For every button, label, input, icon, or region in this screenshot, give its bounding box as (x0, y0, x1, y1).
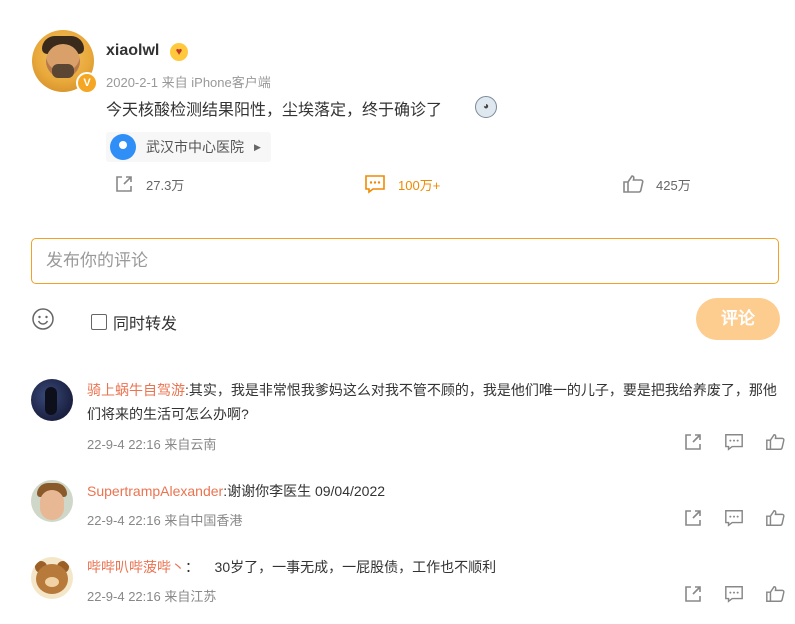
sync-forward-label: 同时转发 (113, 316, 178, 333)
comment-count: 100万+ (398, 177, 441, 193)
comment-like-icon[interactable] (765, 432, 785, 452)
thumbs-up-icon (623, 175, 644, 193)
comment-text: 哔哔叭哔菠哔丶： 30岁了，一事无成，一屁股债，工作也不顺利 (87, 555, 782, 579)
like-button[interactable]: 425万 (622, 174, 691, 194)
forward-button[interactable]: 27.3万 (114, 174, 184, 194)
comment-username[interactable]: 哔哔叭哔菠哔丶 (87, 559, 185, 575)
author-username[interactable]: xiaolwl (106, 42, 159, 60)
location-chip[interactable]: 武汉市中心医院 ▶ (106, 132, 271, 162)
like-count: 425万 (656, 177, 691, 193)
sync-forward-option[interactable]: 同时转发 (91, 310, 177, 334)
comment-input[interactable] (32, 239, 778, 283)
comment-meta: 22-9-4 22:16 来自中国香港 (87, 513, 243, 528)
post-meta: 2020-2-1 来自 iPhone客户端 (106, 75, 271, 90)
comment-like-icon[interactable] (765, 584, 785, 604)
comment-forward-icon[interactable] (683, 508, 703, 528)
comment-meta: 22-9-4 22:16 来自云南 (87, 437, 217, 452)
comment-avatar[interactable] (31, 557, 73, 599)
comment-icon (365, 175, 385, 194)
comment-text: 骑上蜗牛自驾游:其实，我是非常恨我爹妈这么对我不管不顾的，我是他们唯一的儿子，要… (87, 378, 782, 426)
comment-meta: 22-9-4 22:16 来自江苏 (87, 589, 217, 604)
comment-text: SupertrampAlexander:谢谢你李医生 09/04/2022 (87, 479, 782, 503)
comment-avatar[interactable] (31, 480, 73, 522)
comment-body: ： 30岁了，一事无成，一屁股债，工作也不顺利 (185, 559, 497, 575)
forward-count: 27.3万 (146, 177, 185, 193)
comment-like-icon[interactable] (765, 508, 785, 528)
emoji-picker-icon[interactable] (31, 307, 55, 331)
comment-reply-icon[interactable] (724, 432, 744, 452)
post-text: 今天核酸检测结果阳性，尘埃落定，终于确诊了 (106, 102, 443, 119)
avatar-face (40, 490, 64, 520)
comment-reply-icon[interactable] (724, 508, 744, 528)
comment-tools (683, 584, 785, 604)
comment-body: :其实，我是非常恨我爹妈这么对我不管不顾的，我是他们唯一的儿子，要是把我给养废了… (87, 382, 777, 422)
forward-icon (116, 176, 132, 192)
avatar-hand (52, 64, 74, 78)
submit-comment-button[interactable]: 评论 (696, 298, 780, 340)
comment-button[interactable]: 100万+ (364, 174, 440, 194)
location-label: 武汉市中心医院 (146, 139, 244, 155)
verified-badge-icon: V (76, 72, 98, 94)
comment-forward-icon[interactable] (683, 584, 703, 604)
comment-avatar[interactable] (31, 379, 73, 421)
husky-emoji-icon: ◕ (475, 96, 497, 118)
comment-input-box[interactable] (31, 238, 779, 284)
heart-eyes-emoji-icon: ♥ (170, 43, 188, 61)
comment-forward-icon[interactable] (683, 432, 703, 452)
comment-tools (683, 432, 785, 452)
bear-muzzle (45, 577, 59, 587)
location-pin-icon (110, 134, 136, 160)
comment-tools (683, 508, 785, 528)
comment-body: :谢谢你李医生 09/04/2022 (223, 483, 386, 499)
comment-reply-icon[interactable] (724, 584, 744, 604)
chevron-right-icon: ▶ (254, 141, 261, 152)
comment-username[interactable]: 骑上蜗牛自驾游 (87, 382, 185, 398)
weibo-post-card: V xiaolwl ♥ 2020-2-1 来自 iPhone客户端 今天核酸检测… (0, 0, 795, 624)
comment-username[interactable]: SupertrampAlexander (87, 483, 223, 499)
sync-forward-checkbox[interactable] (91, 314, 107, 330)
